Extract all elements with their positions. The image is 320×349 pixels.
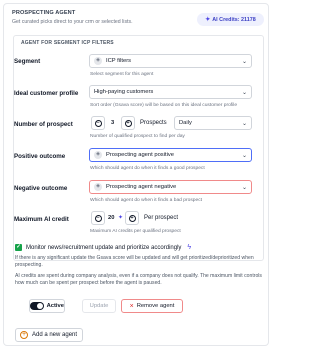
panel-title: AGENT FOR SEGMENT ICP FILTERS xyxy=(21,40,114,46)
add-new-agent-label: Add a new agent xyxy=(32,332,78,338)
category-icon: ◈ xyxy=(94,57,102,65)
positive-outcome-value: Prospecting agent positive xyxy=(106,152,174,158)
prospect-count: 3 xyxy=(111,120,115,126)
prospecting-agent-card: PROSPECTING AGENT Get curated picks dire… xyxy=(3,3,269,346)
icp-label: Ideal customer profile xyxy=(14,90,79,97)
positive-outcome-label: Positive outcome xyxy=(14,153,66,160)
credit-unit: Per prospect xyxy=(144,215,179,221)
credit-value: 20 xyxy=(108,215,115,221)
minus-icon: − xyxy=(94,214,102,222)
credit-decrement-button[interactable]: − xyxy=(91,211,105,225)
ai-credits-badge: ✦ AI Credits: 21178 xyxy=(197,13,264,26)
score-update-note: If there is any significant update the G… xyxy=(15,255,254,268)
plus-icon: + xyxy=(124,119,132,127)
monitor-label: Monitor news/recruitment update and prio… xyxy=(26,244,182,251)
category-icon: ◈ xyxy=(94,151,102,159)
negative-outcome-value: Prospecting agent negative xyxy=(106,184,177,190)
ai-credits-label: AI Credits: 21178 xyxy=(212,16,256,23)
sparkle-icon: ✦ xyxy=(205,17,211,23)
chevron-down-icon: ⌄ xyxy=(241,121,247,127)
page-title: PROSPECTING AGENT xyxy=(12,10,76,16)
positive-outcome-select[interactable]: ◈ Prospecting agent positive ⌄ xyxy=(89,148,252,162)
category-icon: ◈ xyxy=(94,183,102,191)
add-new-agent-button[interactable]: + Add a new agent xyxy=(15,328,83,342)
prospect-decrement-button[interactable]: − xyxy=(91,116,105,130)
sparkle-icon: ✦ xyxy=(118,215,124,221)
page-subtitle: Get curated picks direct to your crm or … xyxy=(12,19,133,25)
segment-label: Segment xyxy=(14,58,41,65)
segment-hint: Select segment for this agent xyxy=(90,72,154,77)
positive-outcome-hint: Which should agent do when it finds a go… xyxy=(90,166,205,171)
remove-agent-label: Remove agent xyxy=(136,303,175,309)
minus-icon: − xyxy=(94,119,102,127)
negative-outcome-label: Negative outcome xyxy=(14,185,68,192)
update-label: Update xyxy=(89,303,109,309)
number-of-prospect-hint: Number of qualified prospect to find per… xyxy=(90,134,185,139)
frequency-select[interactable]: Daily ⌄ xyxy=(174,116,252,130)
bolt-icon: ϟ xyxy=(187,244,192,251)
prospect-increment-button[interactable]: + xyxy=(121,116,135,130)
negative-outcome-select[interactable]: ◈ Prospecting agent negative ⌄ xyxy=(89,180,252,194)
max-ai-credit-hint: Maximum AI credits per qualified prospec… xyxy=(90,229,181,234)
update-button[interactable]: Update xyxy=(82,299,116,313)
monitor-checkbox[interactable]: ✓ xyxy=(15,244,22,251)
negative-outcome-hint: Which should agent do when it finds a ba… xyxy=(90,198,203,203)
toggle-switch-icon xyxy=(30,302,44,310)
chevron-down-icon: ⌄ xyxy=(241,185,247,191)
icp-hint: Sort order (Gsava score) will be based o… xyxy=(90,103,238,108)
max-ai-credit-label: Maximum AI credit xyxy=(14,216,69,223)
monitor-row: ✓ Monitor news/recruitment update and pr… xyxy=(15,244,191,251)
plus-circle-icon: + xyxy=(20,331,28,339)
chevron-down-icon: ⌄ xyxy=(241,59,247,65)
icp-value: High-paying customers xyxy=(94,89,154,95)
segment-select[interactable]: ◈ ICP filters ⌄ xyxy=(89,54,252,68)
segment-value: ICP filters xyxy=(106,58,132,64)
credits-note: AI credits are spent during company anal… xyxy=(15,273,262,286)
close-icon: × xyxy=(129,302,134,310)
prospect-unit: Prospects xyxy=(140,120,167,126)
chevron-down-icon: ⌄ xyxy=(241,153,247,159)
active-toggle[interactable]: Active xyxy=(29,299,65,313)
chevron-down-icon: ⌄ xyxy=(241,90,247,96)
number-of-prospect-label: Number of prospect xyxy=(14,121,73,128)
plus-icon: + xyxy=(128,214,136,222)
frequency-value: Daily xyxy=(179,120,192,126)
credit-increment-button[interactable]: + xyxy=(125,211,139,225)
remove-agent-button[interactable]: × Remove agent xyxy=(121,299,183,313)
icp-select[interactable]: High-paying customers ⌄ xyxy=(89,85,252,99)
active-label: Active xyxy=(46,303,64,309)
